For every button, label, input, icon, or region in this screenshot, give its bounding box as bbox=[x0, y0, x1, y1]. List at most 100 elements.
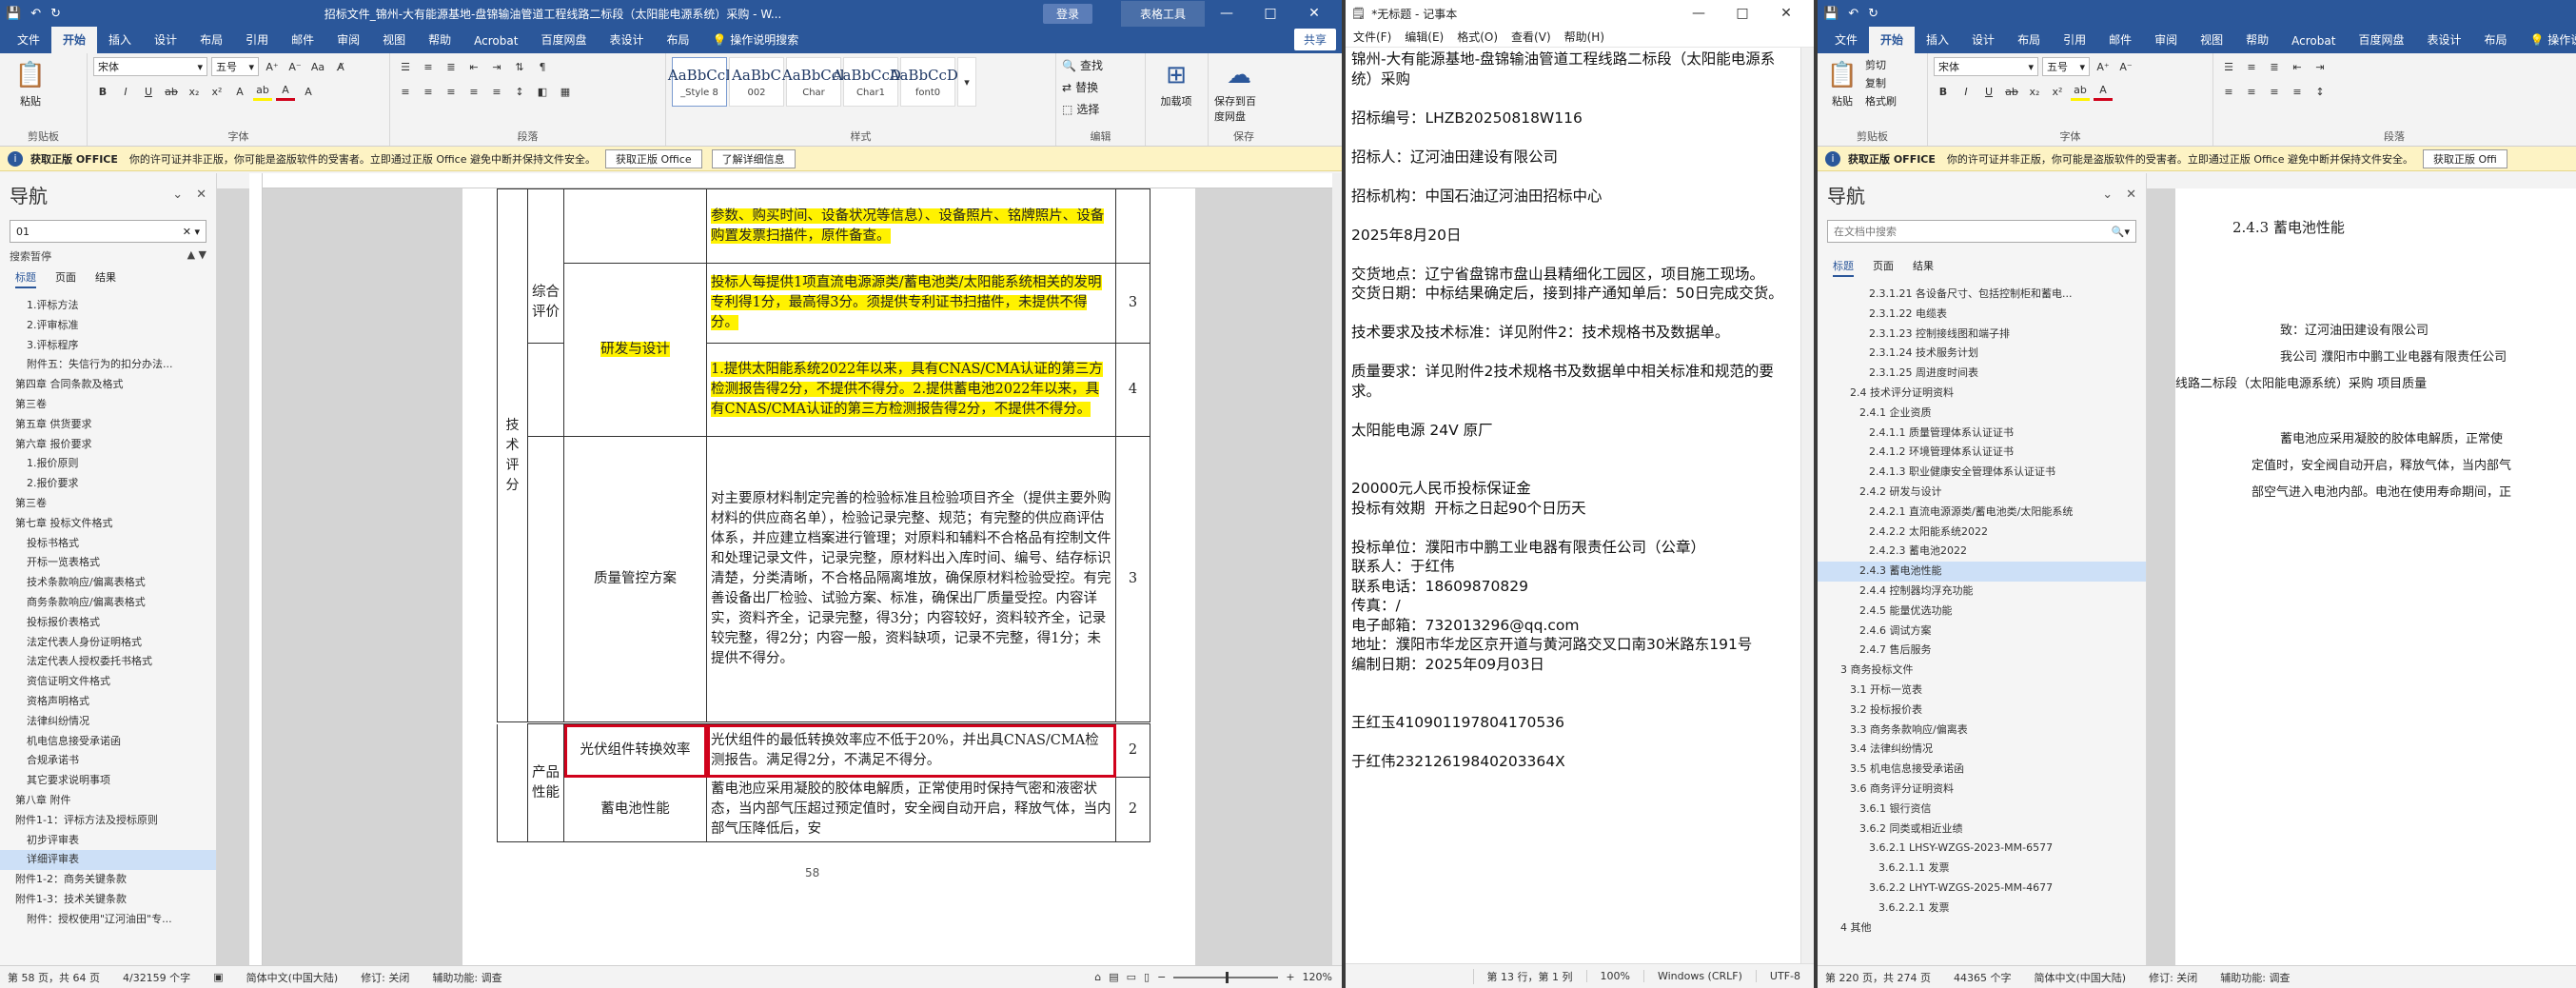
nav-tab-pages[interactable]: 页面 bbox=[55, 269, 76, 288]
tab-references[interactable]: 引用 bbox=[234, 27, 280, 53]
text-effects-icon[interactable]: A bbox=[230, 82, 249, 101]
nav-tree-item[interactable]: 3.1 开标一览表 bbox=[1818, 681, 2146, 701]
nav-tab-results[interactable]: 结果 bbox=[1913, 258, 1934, 277]
menu-file[interactable]: 文件(F) bbox=[1353, 29, 1391, 45]
underline-icon[interactable]: U bbox=[139, 82, 158, 101]
nav-tree-item[interactable]: 2.4.2 研发与设计 bbox=[1818, 483, 2146, 503]
tab-table-layout[interactable]: 布局 bbox=[2472, 27, 2518, 53]
tab-file[interactable]: 文件 bbox=[6, 27, 51, 53]
redo-icon[interactable]: ↻ bbox=[1868, 7, 1878, 21]
minimize-button[interactable]: — bbox=[1205, 6, 1249, 21]
distributed-icon[interactable]: ≡ bbox=[487, 82, 506, 101]
nav-tree-item[interactable]: 3.4 法律纠纷情况 bbox=[1818, 740, 2146, 760]
font-color-icon[interactable]: A bbox=[2094, 82, 2113, 101]
line-spacing-icon[interactable]: ↕ bbox=[2311, 82, 2330, 101]
nav-tree-item[interactable]: 1.评标方法 bbox=[0, 296, 216, 316]
language[interactable]: 简体中文(中国大陆) bbox=[246, 970, 339, 985]
nav-tree-item[interactable]: 技术条款响应/偏离表格式 bbox=[0, 573, 216, 593]
align-left-icon[interactable]: ≡ bbox=[396, 82, 415, 101]
nav-tree-item[interactable]: 法定代表人授权委托书格式 bbox=[0, 652, 216, 672]
nav-tree-item[interactable]: 附件1-1：评标方法及授标原则 bbox=[0, 811, 216, 831]
increase-indent-icon[interactable]: ⇥ bbox=[2311, 57, 2330, 76]
track-changes[interactable]: 修订: 关闭 bbox=[2149, 970, 2197, 985]
focus-icon[interactable]: ⌂ bbox=[1094, 971, 1101, 983]
align-center-icon[interactable]: ≡ bbox=[2242, 82, 2261, 101]
chevron-down-icon[interactable]: ⌄ bbox=[2102, 188, 2113, 202]
nav-tree-item[interactable]: 3.评标程序 bbox=[0, 336, 216, 356]
tab-table-design[interactable]: 表设计 bbox=[2415, 27, 2472, 53]
style-item[interactable]: AaBbC 002 bbox=[729, 57, 784, 107]
nav-tree-item[interactable]: 3.6.2.1.1 发票 bbox=[1818, 859, 2146, 879]
tab-home[interactable]: 开始 bbox=[51, 27, 98, 53]
tab-help[interactable]: 帮助 bbox=[2234, 27, 2280, 53]
nav-tree-item[interactable]: 附件1-2：商务关键条款 bbox=[0, 870, 216, 890]
tab-insert[interactable]: 插入 bbox=[97, 27, 143, 53]
font-name-select[interactable]: 宋体 ▾ bbox=[93, 57, 207, 76]
justify-icon[interactable]: ≡ bbox=[2288, 82, 2307, 101]
bullets-icon[interactable]: ☰ bbox=[396, 57, 415, 76]
page-indicator[interactable]: 第 58 页，共 64 页 bbox=[8, 970, 100, 985]
format-painter-button[interactable]: 格式刷 bbox=[1865, 93, 1897, 109]
save-baidu-button[interactable]: ☁ 保存到百度网盘 bbox=[1214, 57, 1264, 124]
italic-icon[interactable]: I bbox=[116, 82, 135, 101]
result-nav-arrows[interactable]: ▲ ▼ bbox=[187, 248, 206, 264]
clear-format-icon[interactable]: A̸ bbox=[331, 57, 350, 76]
nav-tree-item[interactable]: 2.3.1.22 电缆表 bbox=[1818, 305, 2146, 325]
nav-tree-item[interactable]: 2.4.1.2 环境管理体系认证证书 bbox=[1818, 443, 2146, 463]
nav-tree-item[interactable]: 2.4 技术评分证明资料 bbox=[1818, 384, 2146, 404]
addins-button[interactable]: ⊞ 加载项 bbox=[1151, 57, 1201, 109]
tab-acrobat[interactable]: Acrobat bbox=[462, 29, 529, 53]
nav-tree-item[interactable]: 3.3 商务条款响应/偏离表 bbox=[1818, 721, 2146, 741]
menu-help[interactable]: 帮助(H) bbox=[1564, 29, 1604, 45]
nav-tree-item[interactable]: 2.报价要求 bbox=[0, 474, 216, 494]
nav-tree-item[interactable]: 投标报价表格式 bbox=[0, 613, 216, 633]
line-spacing-icon[interactable]: ↕ bbox=[510, 82, 529, 101]
nav-tree-item[interactable]: 3.6.2 同类或相近业绩 bbox=[1818, 820, 2146, 840]
nav-tree-item[interactable]: 商务条款响应/偏离表格式 bbox=[0, 593, 216, 613]
nav-tree-item[interactable]: 3 商务投标文件 bbox=[1818, 661, 2146, 681]
nav-tree-item[interactable]: 2.4.2.3 蓄电池2022 bbox=[1818, 542, 2146, 562]
replace-button[interactable]: ⇄ 替换 bbox=[1062, 79, 1139, 95]
nav-tree-item[interactable]: 详细评审表 bbox=[0, 850, 216, 871]
nav-tree-item[interactable]: 其它要求说明事项 bbox=[0, 771, 216, 791]
grow-font-icon[interactable]: A⁺ bbox=[2094, 57, 2113, 76]
tab-table-design[interactable]: 表设计 bbox=[598, 27, 655, 53]
nav-tree-item[interactable]: 3.2 投标报价表 bbox=[1818, 701, 2146, 721]
close-icon[interactable]: ✕ ▾ bbox=[183, 226, 200, 238]
font-color-icon[interactable]: A bbox=[276, 82, 295, 101]
change-case-icon[interactable]: Aa bbox=[308, 57, 327, 76]
justify-icon[interactable]: ≡ bbox=[464, 82, 483, 101]
page-indicator[interactable]: 第 220 页，共 274 页 bbox=[1825, 970, 1931, 985]
nav-tree-item[interactable]: 2.4.7 售后服务 bbox=[1818, 641, 2146, 661]
tab-table-layout[interactable]: 布局 bbox=[655, 27, 700, 53]
tab-mailings[interactable]: 邮件 bbox=[280, 27, 325, 53]
nav-tree-item[interactable]: 附件：授权使用"辽河油田"专... bbox=[0, 910, 216, 930]
highlight-icon[interactable]: ab bbox=[253, 82, 272, 101]
vertical-scrollbar[interactable] bbox=[1800, 48, 1814, 963]
nav-tree-item[interactable]: 3.6.1 银行资信 bbox=[1818, 800, 2146, 820]
share-button[interactable]: 共享 bbox=[1293, 29, 1336, 50]
nav-tree-item[interactable]: 投标书格式 bbox=[0, 534, 216, 554]
close-button[interactable]: ✕ bbox=[1292, 6, 1336, 21]
tell-me-search[interactable]: 💡 操作说明搜索 bbox=[2519, 27, 2576, 53]
decrease-indent-icon[interactable]: ⇤ bbox=[2288, 57, 2307, 76]
nav-tree-item[interactable]: 资格声明格式 bbox=[0, 692, 216, 712]
nav-tree-item[interactable]: 附件1-3：技术关键条款 bbox=[0, 890, 216, 910]
grow-font-icon[interactable]: A⁺ bbox=[263, 57, 282, 76]
nav-tree-item[interactable]: 第三卷 bbox=[0, 494, 216, 514]
bold-icon[interactable]: B bbox=[93, 82, 112, 101]
nav-tree-item[interactable]: 2.3.1.21 各设备尺寸、包括控制柜和蓄电... bbox=[1818, 285, 2146, 305]
nav-tree-item[interactable]: 2.4.5 能量优选功能 bbox=[1818, 602, 2146, 622]
nav-tree-item[interactable]: 2.4.2.2 太阳能系统2022 bbox=[1818, 523, 2146, 543]
tab-view[interactable]: 视图 bbox=[371, 27, 417, 53]
font-name-select[interactable]: 宋体 ▾ bbox=[1934, 57, 2038, 76]
nav-tree-item[interactable]: 2.3.1.24 技术服务计划 bbox=[1818, 344, 2146, 364]
underline-icon[interactable]: U bbox=[1979, 82, 1998, 101]
tab-baidu[interactable]: 百度网盘 bbox=[2347, 27, 2415, 53]
proofing-icon[interactable]: ▣ bbox=[213, 971, 223, 983]
undo-icon[interactable]: ↶ bbox=[30, 7, 41, 21]
highlight-icon[interactable]: ab bbox=[2071, 82, 2090, 101]
tab-insert[interactable]: 插入 bbox=[1915, 27, 1960, 53]
styles-more-icon[interactable]: ▾ bbox=[957, 57, 976, 107]
tab-design[interactable]: 设计 bbox=[143, 27, 188, 53]
